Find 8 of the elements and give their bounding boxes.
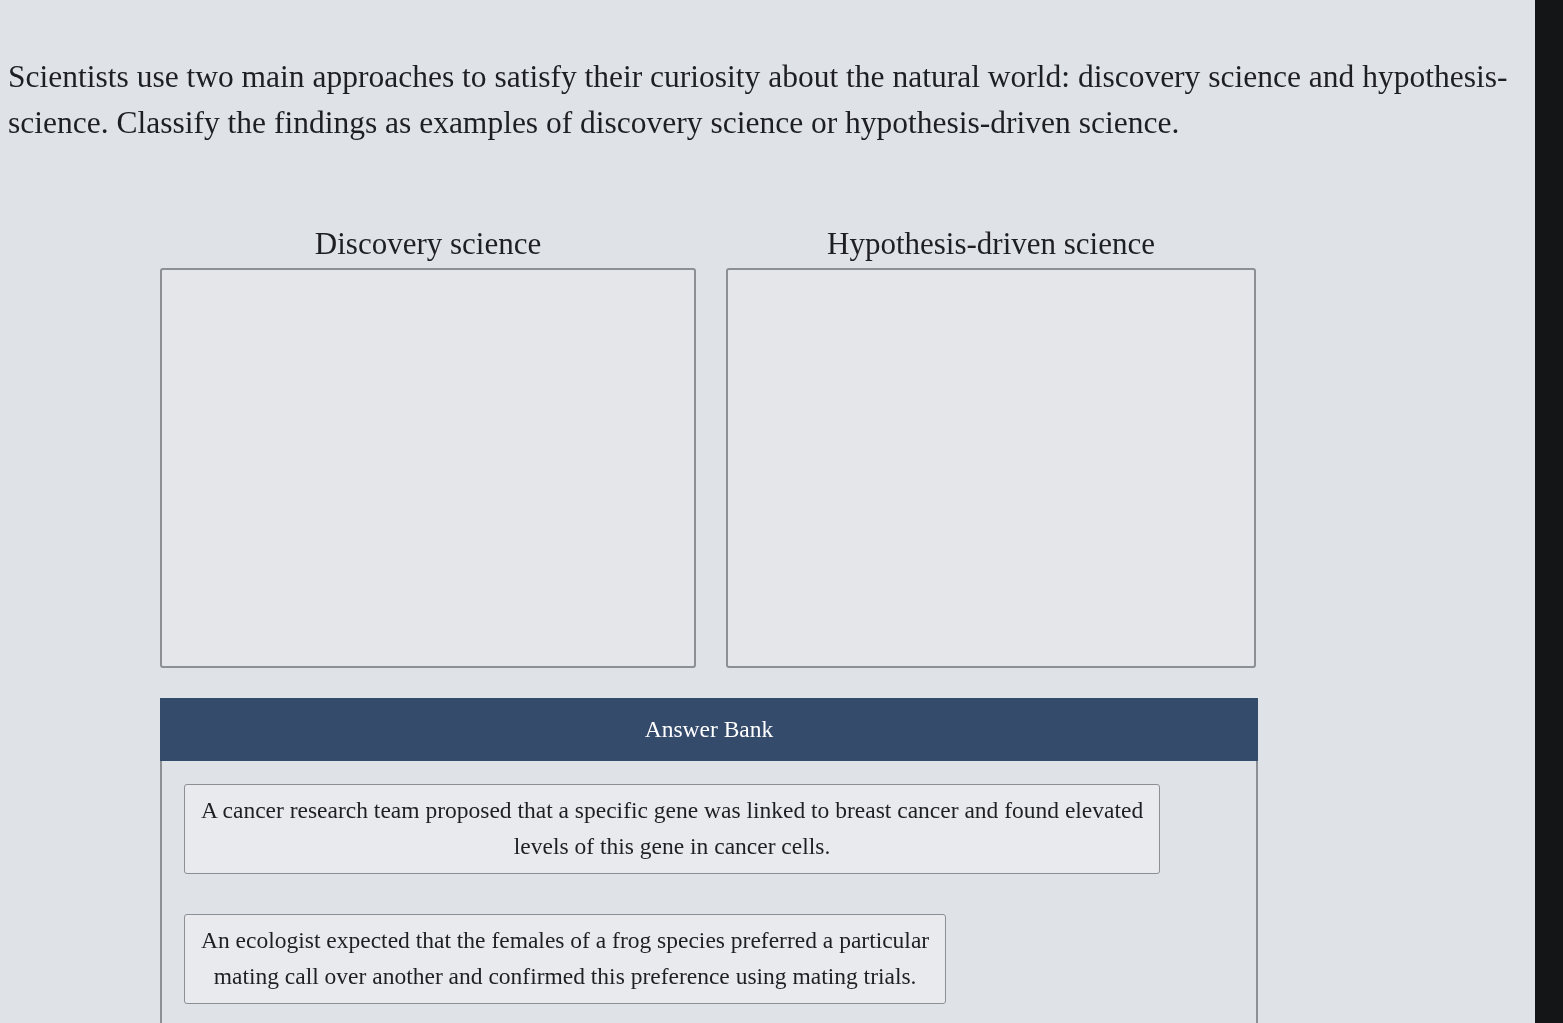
answer-card[interactable]: An ecologist expected that the females of a frog species preferred a particular mating call over another and confirmed this preference using mating trials. [184, 914, 947, 1004]
question-prompt: Scientists use two main approaches to satisfy their curiosity about the natural world: discovery science and hypothesis- science. Classify the findings as examples of discovery science or hypothesis-driven science. [8, 58, 1509, 142]
drop-zone[interactable] [160, 268, 696, 668]
answer-card[interactable]: A cancer research team proposed that a specific gene was linked to breast cancer and found elevated levels of this gene in cancer cells. [184, 784, 1161, 874]
answer-bank-title: Answer Bank [644, 716, 774, 743]
category-heading: Hypothesis-driven science [827, 226, 1155, 262]
drop-zone[interactable] [726, 268, 1256, 668]
category-heading: Discovery science [314, 226, 542, 262]
